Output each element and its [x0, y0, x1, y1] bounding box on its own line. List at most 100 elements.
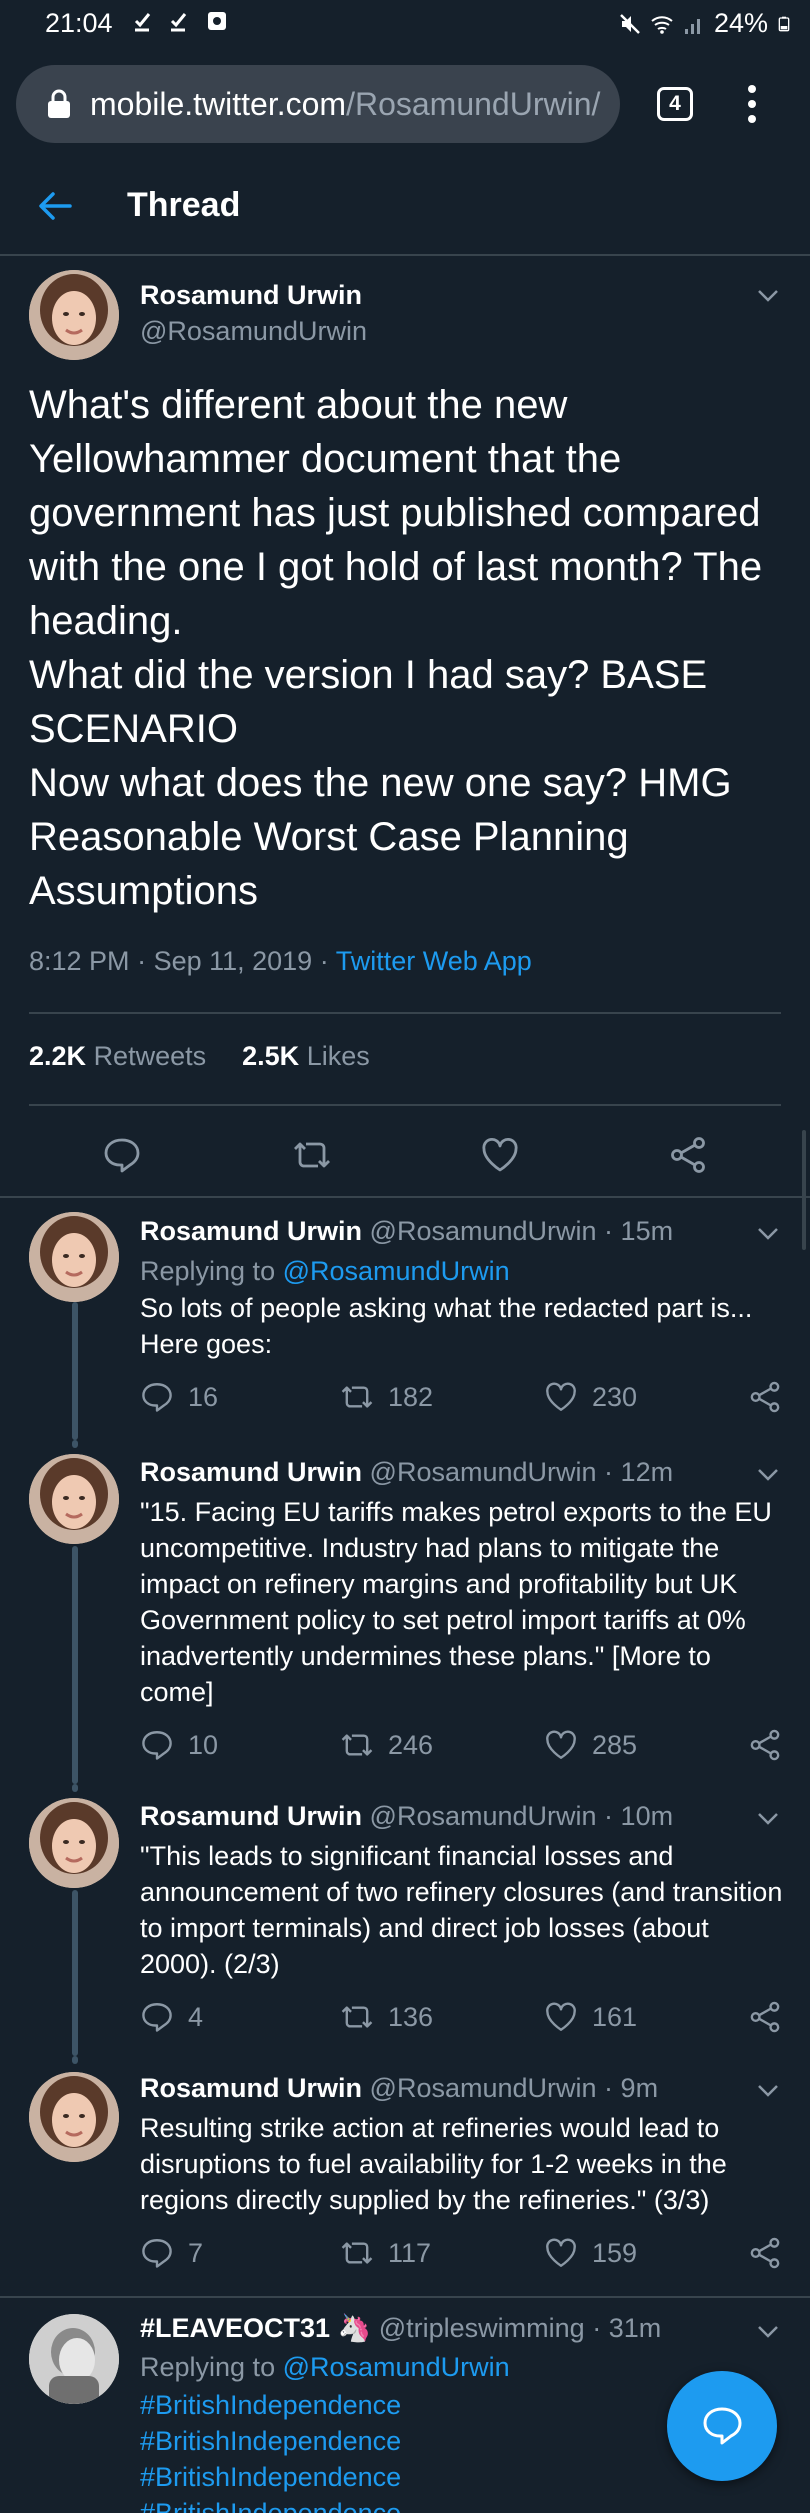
author-name[interactable]: Rosamund Urwin — [140, 280, 362, 311]
avatar[interactable] — [29, 2072, 119, 2162]
reply-button[interactable]: 7 — [140, 2236, 203, 2270]
thread-header: Thread — [0, 156, 810, 256]
retweet-button[interactable]: 182 — [340, 1380, 433, 1414]
author-handle[interactable]: @RosamundUrwin — [370, 1801, 597, 1831]
chevron-down-icon[interactable] — [756, 2324, 780, 2340]
like-button[interactable]: 230 — [544, 1380, 637, 1414]
tweet-time: 15m — [620, 1216, 674, 1246]
like-button[interactable]: 285 — [544, 1728, 637, 1762]
like-button[interactable]: 161 — [544, 2000, 637, 2034]
like-button[interactable]: 159 — [544, 2236, 637, 2270]
reply-button[interactable]: 16 — [140, 1380, 218, 1414]
likes-count: 2.5K — [242, 1041, 300, 1071]
tab-switcher-button[interactable]: 4 — [657, 87, 693, 121]
thread-reply[interactable]: Rosamund Urwin @RosamundUrwin · 10m "Thi… — [0, 1784, 810, 2056]
hashtag-link[interactable]: #BritishIndependence — [140, 2390, 401, 2421]
retweet-button[interactable]: 136 — [340, 2000, 433, 2034]
arrow-left-icon[interactable] — [38, 191, 72, 221]
author-handle[interactable]: @RosamundUrwin — [370, 2073, 597, 2103]
thread-connector — [72, 1546, 78, 1784]
author-handle[interactable]: @tripleswimming — [379, 2313, 585, 2343]
avatar[interactable] — [29, 1212, 119, 1302]
heart-icon — [546, 2002, 576, 2031]
tweet-actions — [0, 1108, 810, 1202]
retweets-label: Retweets — [93, 1041, 207, 1071]
likes-stat[interactable]: 2.5K Likes — [242, 1041, 370, 1072]
avatar[interactable] — [29, 2314, 119, 2404]
retweet-icon[interactable] — [292, 1136, 332, 1174]
author-name[interactable]: Rosamund Urwin — [140, 1801, 362, 1831]
tweet-actions: 7 117 159 — [140, 2236, 790, 2276]
thread-reply[interactable]: Rosamund Urwin @RosamundUrwin · 15m Repl… — [0, 1198, 810, 1440]
reply-icon[interactable] — [102, 1136, 142, 1174]
hashtag-link[interactable]: #BritishIndependence — [140, 2462, 401, 2493]
scrollbar[interactable] — [802, 1130, 806, 1250]
tweet-source-link[interactable]: Twitter Web App — [336, 946, 532, 976]
browser-toolbar: mobile.twitter.com/RosamundUrwin/ 4 — [0, 50, 810, 156]
replying-to-link[interactable]: @RosamundUrwin — [283, 1256, 510, 1286]
avatar[interactable] — [29, 1798, 119, 1888]
url-host: mobile.twitter.com — [90, 86, 347, 122]
url-text[interactable]: mobile.twitter.com/RosamundUrwin/ — [90, 86, 615, 123]
share-button[interactable] — [748, 1380, 782, 1414]
tweet-actions: 16 182 230 — [140, 1380, 790, 1420]
avatar[interactable] — [29, 1454, 119, 1544]
heart-icon — [546, 2238, 576, 2267]
share-icon[interactable] — [668, 1136, 708, 1174]
chevron-down-icon[interactable] — [756, 1811, 780, 1827]
thread-reply[interactable]: Rosamund Urwin @RosamundUrwin · 9m Resul… — [0, 2056, 810, 2296]
reply-header: Rosamund Urwin @RosamundUrwin · 15m — [140, 1216, 674, 1246]
reply-button[interactable]: 4 — [140, 2000, 203, 2034]
chevron-down-icon[interactable] — [756, 288, 780, 304]
notification-icons — [133, 9, 229, 33]
replying-label: Replying to — [140, 1256, 276, 1286]
hashtag-link[interactable]: #BritishIndependence — [140, 2498, 401, 2513]
divider — [29, 1104, 781, 1106]
tweet-meta: 8:12 PM · Sep 11, 2019 · Twitter Web App — [29, 946, 532, 976]
author-handle[interactable]: @RosamundUrwin — [370, 1457, 597, 1487]
tweet-time: 9m — [620, 2073, 659, 2103]
author-name[interactable]: Rosamund Urwin — [140, 2073, 362, 2103]
share-button[interactable] — [748, 2236, 782, 2270]
avatar[interactable] — [29, 270, 119, 360]
retweet-icon — [341, 2006, 373, 2028]
thread-reply[interactable]: Rosamund Urwin @RosamundUrwin · 12m "15.… — [0, 1440, 810, 1784]
reply-header: Rosamund Urwin @RosamundUrwin · 10m — [140, 1801, 674, 1831]
tweet-text: "15. Facing EU tariffs makes petrol expo… — [140, 1497, 772, 1707]
compose-message-button[interactable] — [667, 2371, 777, 2481]
thread-connector — [72, 1784, 78, 1792]
more-options-icon[interactable] — [742, 84, 762, 124]
likes-label: Likes — [306, 1041, 370, 1071]
chevron-down-icon[interactable] — [756, 1467, 780, 1483]
tweet-stats: 2.2K Retweets 2.5K Likes — [29, 1041, 370, 1072]
author-handle[interactable]: @RosamundUrwin — [140, 316, 367, 347]
wifi-icon — [651, 15, 673, 34]
tweet-text: So lots of people asking what the redact… — [140, 1293, 753, 1359]
retweets-count: 2.2K — [29, 1041, 87, 1071]
screenshot-icon — [208, 12, 226, 30]
share-button[interactable] — [748, 2000, 782, 2034]
status-bar: 21:04 24% — [0, 0, 810, 50]
reply-count: 10 — [188, 1729, 219, 1760]
address-bar[interactable]: mobile.twitter.com/RosamundUrwin/ — [16, 65, 620, 143]
chevron-down-icon[interactable] — [756, 1226, 780, 1242]
retweet-button[interactable]: 246 — [340, 1728, 433, 1762]
tweet-date: Sep 11, 2019 — [153, 946, 313, 976]
divider — [29, 1012, 781, 1014]
author-name[interactable]: #LEAVEOCT31 — [140, 2313, 330, 2343]
retweets-stat[interactable]: 2.2K Retweets — [29, 1041, 206, 1072]
author-name[interactable]: Rosamund Urwin — [140, 1457, 362, 1487]
url-path: /RosamundUrwin/ — [346, 86, 601, 122]
chevron-down-icon[interactable] — [756, 2083, 780, 2099]
author-name[interactable]: Rosamund Urwin — [140, 1216, 362, 1246]
share-button[interactable] — [748, 1728, 782, 1762]
heart-icon[interactable] — [480, 1136, 520, 1174]
replying-to-link[interactable]: @RosamundUrwin — [283, 2352, 510, 2382]
retweet-icon — [341, 1386, 373, 1408]
retweet-button[interactable]: 117 — [340, 2236, 431, 2270]
retweet-icon — [341, 1734, 373, 1756]
reply-button[interactable]: 10 — [140, 1728, 218, 1762]
hashtag-link[interactable]: #BritishIndependence — [140, 2426, 401, 2457]
author-handle[interactable]: @RosamundUrwin — [370, 1216, 597, 1246]
battery-icon — [778, 16, 790, 31]
